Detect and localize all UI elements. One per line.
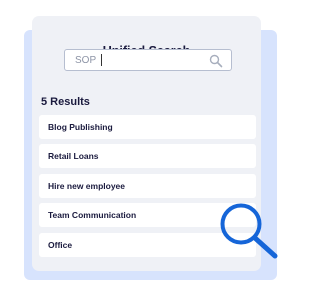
magnifying-glass-icon [220,203,278,259]
result-item[interactable]: Blog Publishing [39,115,256,139]
result-item[interactable]: Retail Loans [39,144,256,168]
result-item[interactable]: Hire new employee [39,174,256,198]
search-input[interactable] [75,53,195,67]
search-box[interactable] [64,49,232,71]
search-icon[interactable] [209,54,223,68]
results-count: 5 Results [41,96,90,108]
text-cursor [101,54,102,66]
